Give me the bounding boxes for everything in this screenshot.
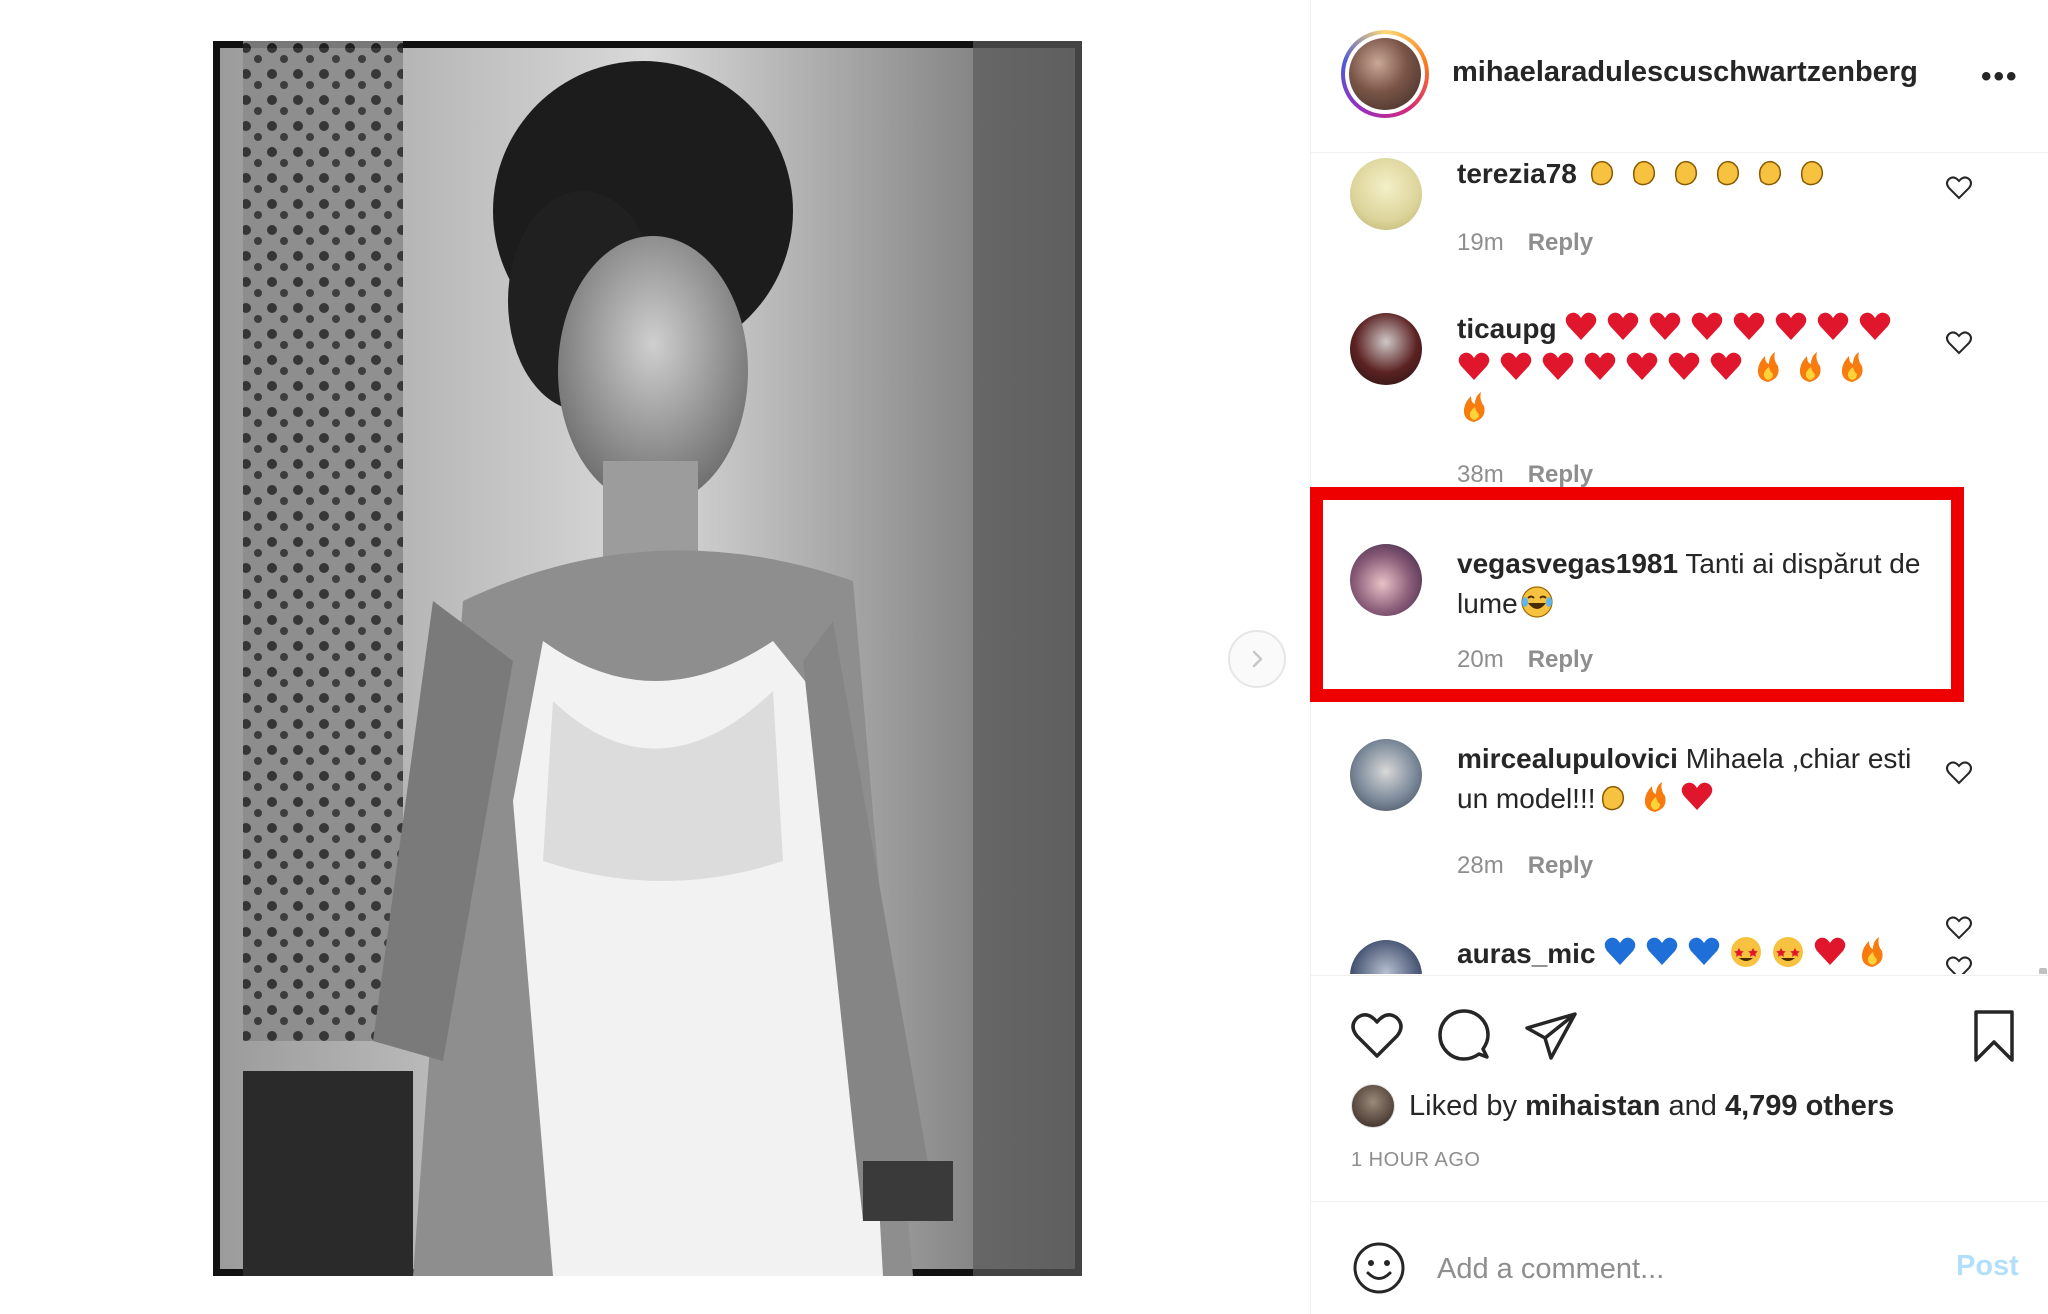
comment-bubble-icon[interactable] [1436, 1008, 1492, 1064]
likes-joiner: and [1668, 1089, 1717, 1122]
tears-of-joy-emoji [1521, 586, 1553, 618]
like-comment-heart-icon[interactable] [1945, 329, 1973, 357]
clapping-hands-emoji [1716, 160, 1739, 186]
likes-others-link[interactable]: 4,799 others [1725, 1090, 1894, 1123]
comments-list: terezia78 19m Reply ticaupg 38m Reply ve… [1311, 154, 2048, 974]
red-heart-emoji [1626, 352, 1658, 380]
chevron-right-icon [1252, 650, 1263, 668]
post-button[interactable]: Post [1956, 1250, 2019, 1283]
fire-emoji [1463, 392, 1485, 422]
red-heart-emoji [1681, 782, 1712, 810]
fire-emoji [1862, 937, 1883, 967]
red-heart-emoji [1542, 352, 1574, 380]
instagram-post-page: mihaelaradulescuschwartzenberg ••• terez… [0, 0, 2048, 1314]
fire-emoji [1799, 352, 1821, 382]
comment-username[interactable]: auras_mic [1457, 938, 1596, 969]
fire-emoji [1644, 782, 1666, 812]
commenter-avatar[interactable] [1350, 544, 1422, 616]
red-heart-emoji [1776, 312, 1807, 340]
blue-heart-emoji [1689, 937, 1720, 965]
fire-emoji [1757, 352, 1779, 382]
comment-time: 38m [1457, 461, 1504, 488]
blue-heart-emoji [1647, 937, 1678, 965]
comment-time: 20m [1457, 646, 1504, 673]
red-heart-emoji [1500, 352, 1532, 380]
author-username[interactable]: mihaelaradulescuschwartzenberg [1452, 56, 1952, 89]
like-comment-heart-icon[interactable] [1945, 174, 1973, 202]
liker-username[interactable]: mihaistan [1525, 1090, 1660, 1123]
reply-button[interactable]: Reply [1528, 229, 1593, 256]
red-heart-emoji [1608, 312, 1639, 340]
likes-summary: Liked by mihaistan and 4,799 others [1351, 1084, 1894, 1128]
comment-time: 19m [1457, 229, 1504, 256]
commenter-avatar[interactable] [1350, 739, 1422, 811]
like-comment-heart-icon[interactable] [1945, 954, 1973, 974]
more-options-icon[interactable]: ••• [1981, 60, 2019, 94]
red-heart-emoji [1860, 312, 1891, 340]
star-struck-emoji [1773, 937, 1804, 967]
comment-emojis [1603, 937, 1897, 969]
clapping-hands-emoji [1800, 160, 1823, 186]
reply-button[interactable]: Reply [1528, 852, 1593, 879]
scrollbar-thumb[interactable] [2039, 968, 2047, 974]
clapping-hands-emoji [1601, 785, 1624, 811]
red-heart-emoji [1710, 352, 1742, 380]
post-photo[interactable] [213, 41, 1082, 1276]
red-heart-emoji [1818, 312, 1849, 340]
post-media-area [0, 0, 1310, 1314]
clapping-hands-emoji [1590, 160, 1613, 186]
red-heart-emoji [1584, 352, 1616, 380]
commenter-avatar[interactable] [1350, 158, 1422, 230]
commenter-avatar[interactable] [1350, 940, 1422, 974]
fire-emoji [1841, 352, 1863, 382]
post-actions: Liked by mihaistan and 4,799 others 1 HO… [1311, 975, 2048, 1314]
liker-avatar[interactable] [1351, 1084, 1395, 1128]
add-comment-bar: Post [1311, 1201, 2048, 1314]
author-avatar[interactable] [1341, 30, 1429, 118]
comment-username[interactable]: mircealupulovici [1457, 743, 1678, 774]
red-heart-emoji [1458, 352, 1490, 380]
comment-username[interactable]: terezia78 [1457, 158, 1577, 189]
next-photo-button[interactable] [1228, 630, 1286, 688]
comment-username[interactable]: ticaupg [1457, 313, 1557, 344]
likes-prefix: Liked by [1409, 1089, 1518, 1122]
reply-button[interactable]: Reply [1528, 461, 1593, 488]
post-timestamp[interactable]: 1 HOUR AGO [1351, 1149, 1480, 1172]
share-paper-plane-icon[interactable] [1523, 1008, 1579, 1064]
commenter-avatar[interactable] [1350, 313, 1422, 385]
post-photo-image [213, 41, 1082, 1276]
star-struck-emoji [1731, 937, 1762, 967]
emoji-picker-icon[interactable] [1351, 1240, 1407, 1296]
clapping-hands-emoji [1758, 160, 1781, 186]
red-heart-emoji [1815, 937, 1846, 965]
comments-scrollbar[interactable] [2037, 308, 2047, 974]
red-heart-emoji [1566, 312, 1597, 340]
clapping-hands-emoji [1632, 160, 1655, 186]
comment-emojis [1585, 158, 1837, 189]
reply-button[interactable]: Reply [1528, 646, 1593, 673]
comment-username[interactable]: vegasvegas1981 [1457, 548, 1678, 579]
blue-heart-emoji [1605, 937, 1636, 965]
red-heart-emoji [1650, 312, 1681, 340]
save-bookmark-icon[interactable] [1966, 1008, 2022, 1064]
post-sidebar: mihaelaradulescuschwartzenberg ••• terez… [1310, 0, 2048, 1314]
like-heart-icon[interactable] [1349, 1008, 1405, 1064]
comment-emojis [1596, 782, 1722, 814]
comment-input[interactable] [1435, 1240, 1919, 1298]
red-heart-emoji [1734, 312, 1765, 340]
red-heart-emoji [1692, 312, 1723, 340]
red-heart-emoji [1668, 352, 1700, 380]
post-header: mihaelaradulescuschwartzenberg ••• [1311, 0, 2048, 153]
like-comment-heart-icon[interactable] [1945, 759, 1973, 787]
clapping-hands-emoji [1674, 160, 1697, 186]
comment-time: 28m [1457, 852, 1504, 879]
